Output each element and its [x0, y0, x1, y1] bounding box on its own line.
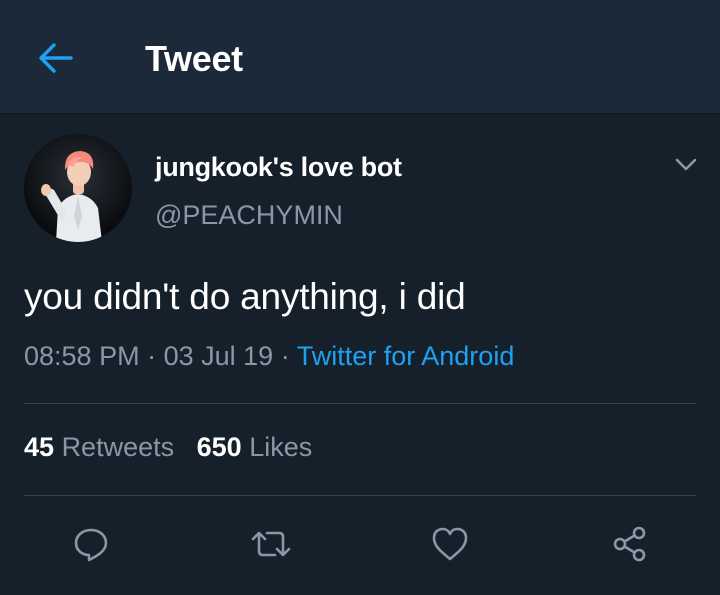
author-handle[interactable]: @PEACHYMIN: [155, 200, 343, 231]
divider: [24, 495, 696, 496]
tweet-detail: jungkook's love bot @PEACHYMIN you didn'…: [0, 114, 720, 595]
speech-bubble-icon: [74, 528, 108, 562]
page-title: Tweet: [145, 38, 243, 79]
meta-separator: ·: [147, 341, 157, 371]
profile-photo: [24, 134, 132, 242]
tweet-metadata: 08:58 PM · 03 Jul 19 · Twitter for Andro…: [24, 341, 514, 372]
meta-separator: ·: [280, 341, 290, 371]
author-display-name[interactable]: jungkook's love bot: [155, 152, 402, 183]
share-nodes-icon: [613, 526, 646, 562]
tweet-date: 03 Jul 19: [163, 341, 274, 371]
retweets-count: 45: [24, 432, 55, 462]
divider: [24, 403, 696, 404]
top-app-bar: Tweet: [0, 0, 720, 114]
tweet-stats: 45 Retweets 650 Likes: [24, 432, 312, 463]
tweet-time: 08:58 PM: [24, 341, 140, 371]
arrow-left-icon: [39, 43, 73, 73]
reply-button[interactable]: [67, 520, 115, 568]
retweets-stat[interactable]: 45 Retweets: [24, 432, 174, 462]
retweet-button[interactable]: [247, 520, 295, 568]
retweet-arrows-icon: [251, 531, 291, 557]
likes-count: 650: [196, 432, 242, 462]
retweets-label: Retweets: [61, 432, 175, 462]
tweet-menu-button[interactable]: [668, 150, 704, 180]
share-button[interactable]: [606, 520, 654, 568]
back-button[interactable]: [34, 36, 78, 80]
tweet-source-link[interactable]: Twitter for Android: [297, 341, 515, 371]
likes-stat[interactable]: 650 Likes: [197, 432, 313, 462]
avatar[interactable]: [24, 134, 132, 242]
tweet-text: you didn't do anything, i did: [24, 276, 466, 317]
heart-icon: [432, 527, 468, 561]
likes-label: Likes: [249, 432, 313, 462]
chevron-down-icon: [675, 158, 697, 171]
like-button[interactable]: [426, 520, 474, 568]
